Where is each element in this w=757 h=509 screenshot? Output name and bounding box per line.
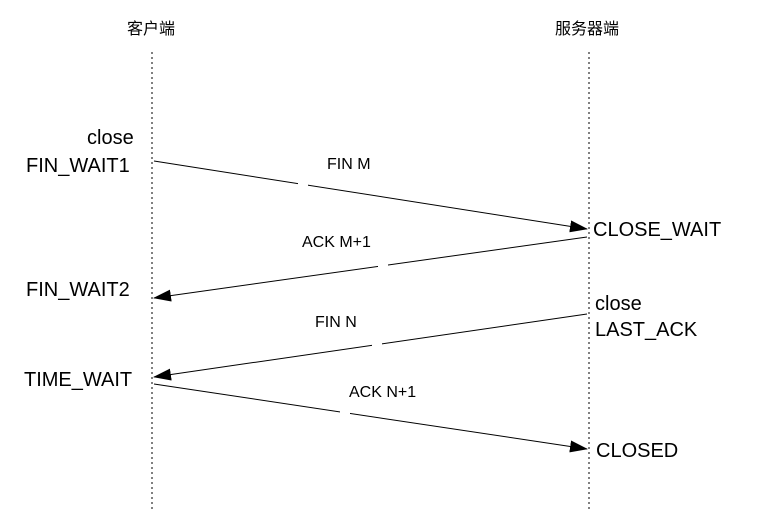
client-time-wait-label: TIME_WAIT xyxy=(24,369,133,391)
message-label-ack-m1: ACK M+1 xyxy=(302,234,371,251)
server-closed-label: CLOSED xyxy=(596,440,679,462)
message-label-fin-n: FIN N xyxy=(315,314,357,331)
client-column-header: 客户端 xyxy=(127,21,176,38)
fin-n-arrow xyxy=(153,313,588,381)
fin-n-label-gap xyxy=(372,337,382,349)
ack-m1-label-gap xyxy=(378,257,388,269)
server-column-header: 服务器端 xyxy=(555,21,620,38)
fin-m-label-gap xyxy=(298,178,308,190)
sequence-diagram xyxy=(151,52,590,509)
message-label-fin-m: FIN M xyxy=(327,156,371,173)
message-label-ack-n1: ACK N+1 xyxy=(349,384,417,401)
server-close-label: close xyxy=(595,293,642,315)
client-fin-wait2-label: FIN_WAIT2 xyxy=(26,279,130,301)
server-last-ack-label: LAST_ACK xyxy=(595,319,698,341)
client-close-label: close xyxy=(87,127,134,149)
ack-n1-label-gap xyxy=(340,406,350,418)
client-fin-wait1-label: FIN_WAIT1 xyxy=(26,155,130,177)
server-close-wait-label: CLOSE_WAIT xyxy=(593,219,722,241)
